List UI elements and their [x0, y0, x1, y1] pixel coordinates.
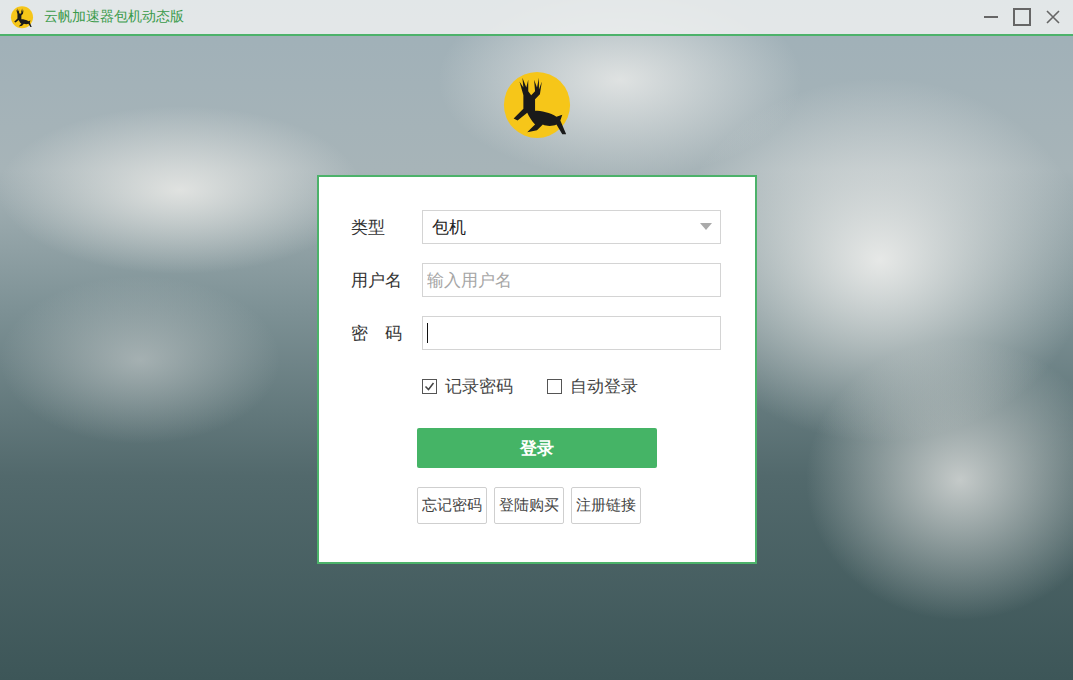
- link-button[interactable]: 登陆购买: [494, 487, 564, 524]
- type-select[interactable]: 包机: [422, 210, 721, 244]
- field-value: 包机: [432, 216, 700, 239]
- field-placeholder: 输入用户名: [427, 269, 712, 292]
- window-controls: [983, 8, 1061, 26]
- minimize-icon[interactable]: [983, 9, 999, 25]
- deer-logo-icon: [10, 5, 34, 29]
- login-card: 类型包机用户名输入用户名密 码记录密码 自动登录登录忘记密码登陆购买注册链接: [317, 175, 757, 564]
- checkbox-box[interactable]: [422, 379, 437, 394]
- window-title: 云帆加速器包机动态版: [44, 8, 983, 26]
- checkbox-box[interactable]: [547, 379, 562, 394]
- checkbox-label: 自动登录: [570, 375, 638, 398]
- close-icon[interactable]: [1045, 9, 1061, 25]
- checkbox[interactable]: 自动登录: [547, 375, 638, 398]
- checkbox-label: 记录密码: [445, 375, 513, 398]
- title-bar: 云帆加速器包机动态版: [0, 0, 1073, 36]
- dropdown-arrow-icon[interactable]: [700, 223, 712, 231]
- form-row: 用户名输入用户名: [351, 263, 721, 297]
- login-button[interactable]: 登录: [417, 428, 657, 468]
- check-icon: [424, 381, 435, 392]
- form-row: 类型包机: [351, 210, 721, 244]
- field-label: 密 码: [351, 322, 422, 345]
- deer-logo-icon: [501, 68, 573, 140]
- login-window: 云帆加速器包机动态版类型包机用户名输入用户名密 码记录密码 自动登录登录忘记密码登…: [0, 0, 1073, 680]
- link-button[interactable]: 忘记密码: [417, 487, 487, 524]
- checkbox[interactable]: 记录密码: [422, 375, 513, 398]
- link-button[interactable]: 注册链接: [571, 487, 641, 524]
- text-field[interactable]: 输入用户名: [422, 263, 721, 297]
- text-caret: [427, 323, 428, 343]
- main-area: 类型包机用户名输入用户名密 码记录密码 自动登录登录忘记密码登陆购买注册链接: [0, 36, 1073, 680]
- link-buttons: 忘记密码登陆购买注册链接: [417, 487, 721, 524]
- logo: [501, 68, 573, 142]
- text-field[interactable]: [422, 316, 721, 350]
- field-label: 用户名: [351, 269, 422, 292]
- maximize-icon[interactable]: [1013, 8, 1031, 26]
- form-row: 密 码: [351, 316, 721, 350]
- field-label: 类型: [351, 216, 422, 239]
- checkbox-row: 记录密码 自动登录: [351, 375, 721, 398]
